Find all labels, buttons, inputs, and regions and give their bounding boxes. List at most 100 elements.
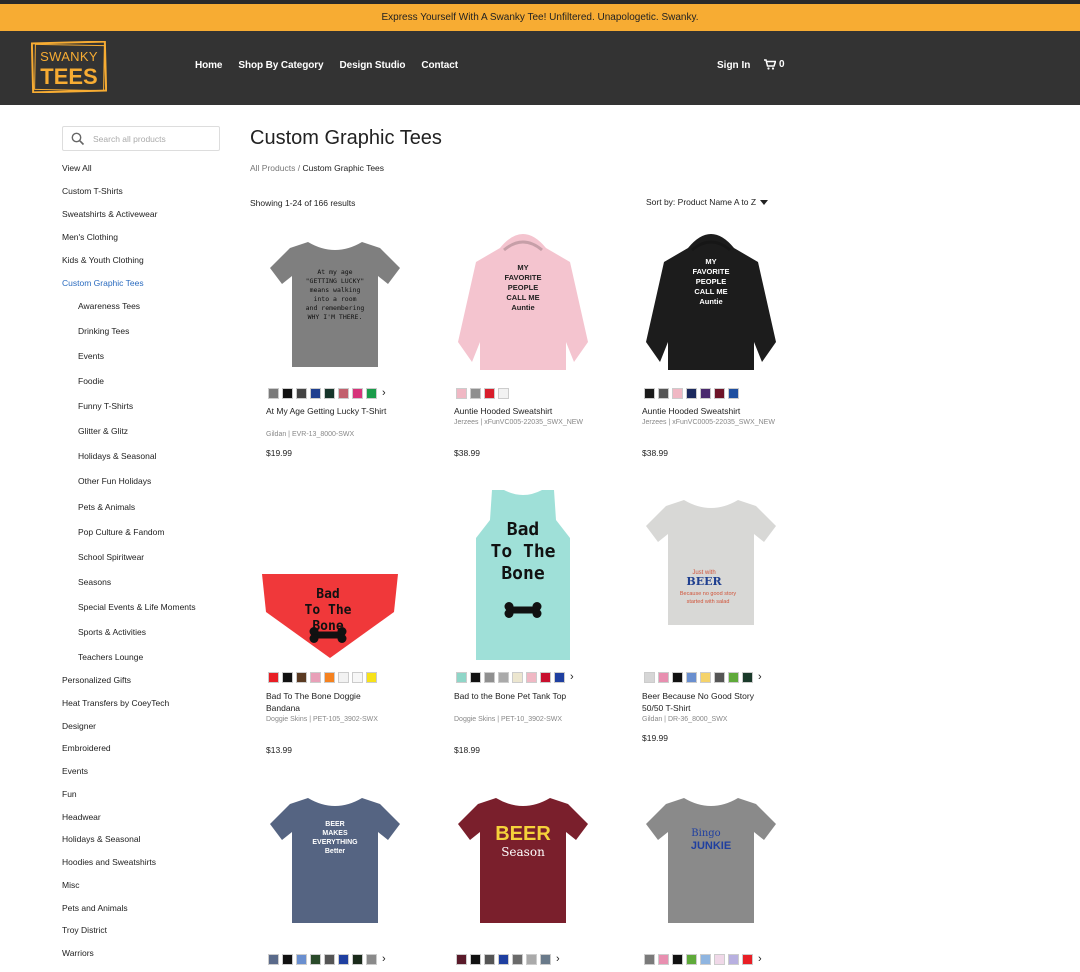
sidebar-item-fun[interactable]: Fun: [62, 789, 77, 799]
sidebar-item-custom-t-shirts[interactable]: Custom T-Shirts: [62, 186, 123, 196]
color-swatch[interactable]: [644, 672, 655, 683]
color-swatch[interactable]: [526, 954, 537, 965]
product-image[interactable]: At my age "GETTING LUCKY" means walking int…: [250, 222, 420, 372]
color-swatch[interactable]: [498, 672, 509, 683]
product-image[interactable]: Just with BEER Because no good story starte…: [626, 480, 796, 660]
color-swatch[interactable]: [310, 672, 321, 683]
color-swatch[interactable]: [728, 388, 739, 399]
sort-dropdown[interactable]: Sort by: Product Name A to Z: [646, 197, 769, 207]
color-swatch[interactable]: [324, 388, 335, 399]
product-name[interactable]: Bad To The Bone Doggie Bandana: [266, 690, 396, 714]
sidebar-item-sweatshirts-activewear[interactable]: Sweatshirts & Activewear: [62, 209, 157, 219]
sidebar-item-holidays-seasonal[interactable]: Holidays & Seasonal: [62, 834, 140, 844]
color-swatch[interactable]: [352, 954, 363, 965]
color-swatch[interactable]: [484, 388, 495, 399]
sidebar-subitem-other-fun-holidays[interactable]: Other Fun Holidays: [78, 476, 151, 486]
nav-home[interactable]: Home: [195, 60, 222, 71]
color-swatch[interactable]: [672, 672, 683, 683]
sidebar-item-events[interactable]: Events: [62, 766, 88, 776]
color-swatch[interactable]: [686, 954, 697, 965]
product-name[interactable]: Auntie Hooded Sweatshirt: [642, 405, 772, 417]
sidebar-item-headwear[interactable]: Headwear: [62, 812, 101, 822]
product-image[interactable]: Bingo JUNKIE: [626, 778, 796, 928]
color-swatch[interactable]: [714, 388, 725, 399]
swanky-tees-logo[interactable]: SWANKY TEES: [31, 41, 107, 93]
sidebar-item-troy-district[interactable]: Troy District: [62, 925, 107, 935]
color-swatch[interactable]: [456, 672, 467, 683]
sidebar-item-view-all[interactable]: View All: [62, 163, 92, 173]
color-swatch[interactable]: [484, 954, 495, 965]
color-swatch[interactable]: [728, 672, 739, 683]
sidebar-item-heat-transfers-by-coeytech[interactable]: Heat Transfers by CoeyTech: [62, 698, 169, 708]
color-swatch[interactable]: [268, 388, 279, 399]
sidebar-item-custom-graphic-tees[interactable]: Custom Graphic Tees: [62, 278, 144, 288]
color-swatch[interactable]: [352, 388, 363, 399]
color-swatch[interactable]: [282, 672, 293, 683]
product-name[interactable]: Auntie Hooded Sweatshirt: [454, 405, 584, 417]
chevron-right-icon[interactable]: ›: [570, 672, 574, 683]
product-name[interactable]: Bad to the Bone Pet Tank Top: [454, 690, 584, 702]
sidebar-subitem-special-events-life-moments[interactable]: Special Events & Life Moments: [78, 602, 196, 612]
color-swatch[interactable]: [700, 388, 711, 399]
sidebar-item-men-s-clothing[interactable]: Men's Clothing: [62, 232, 118, 242]
sidebar-item-hoodies-and-sweatshirts[interactable]: Hoodies and Sweatshirts: [62, 857, 156, 867]
chevron-right-icon[interactable]: ›: [382, 954, 386, 965]
sidebar-subitem-glitter-glitz[interactable]: Glitter & Glitz: [78, 426, 128, 436]
sidebar-subitem-events[interactable]: Events: [78, 351, 104, 361]
color-swatch[interactable]: [366, 954, 377, 965]
product-name[interactable]: Beer Because No Good Story 50/50 T-Shirt: [642, 690, 772, 714]
color-swatch[interactable]: [728, 954, 739, 965]
product-name[interactable]: At My Age Getting Lucky T-Shirt: [266, 405, 396, 417]
sidebar-item-designer[interactable]: Designer: [62, 721, 96, 731]
color-swatch[interactable]: [484, 672, 495, 683]
chevron-right-icon[interactable]: ›: [758, 672, 762, 683]
sidebar-item-kids-youth-clothing[interactable]: Kids & Youth Clothing: [62, 255, 144, 265]
color-swatch[interactable]: [338, 672, 349, 683]
sidebar-item-misc[interactable]: Misc: [62, 880, 79, 890]
color-swatch[interactable]: [714, 672, 725, 683]
color-swatch[interactable]: [498, 388, 509, 399]
product-image[interactable]: MY FAVORITE PEOPLE CALL ME Auntie: [438, 222, 608, 372]
color-swatch[interactable]: [268, 672, 279, 683]
color-swatch[interactable]: [352, 672, 363, 683]
color-swatch[interactable]: [644, 388, 655, 399]
chevron-right-icon[interactable]: ›: [382, 388, 386, 399]
breadcrumb-all-products[interactable]: All Products: [250, 163, 295, 173]
color-swatch[interactable]: [366, 672, 377, 683]
chevron-right-icon[interactable]: ›: [556, 954, 560, 965]
color-swatch[interactable]: [296, 388, 307, 399]
color-swatch[interactable]: [282, 388, 293, 399]
product-image[interactable]: Bad To The Bone: [250, 480, 420, 660]
cart-button[interactable]: 0: [764, 59, 785, 70]
color-swatch[interactable]: [296, 954, 307, 965]
color-swatch[interactable]: [324, 954, 335, 965]
color-swatch[interactable]: [512, 954, 523, 965]
color-swatch[interactable]: [310, 954, 321, 965]
product-image[interactable]: Bad To The Bone: [438, 480, 608, 660]
color-swatch[interactable]: [540, 954, 551, 965]
sidebar-subitem-awareness-tees[interactable]: Awareness Tees: [78, 301, 140, 311]
sidebar-item-pets-and-animals[interactable]: Pets and Animals: [62, 903, 128, 913]
color-swatch[interactable]: [658, 954, 669, 965]
color-swatch[interactable]: [498, 954, 509, 965]
color-swatch[interactable]: [512, 672, 523, 683]
sidebar-subitem-seasons[interactable]: Seasons: [78, 577, 111, 587]
color-swatch[interactable]: [644, 954, 655, 965]
color-swatch[interactable]: [742, 954, 753, 965]
color-swatch[interactable]: [658, 388, 669, 399]
chevron-right-icon[interactable]: ›: [758, 954, 762, 965]
color-swatch[interactable]: [470, 954, 481, 965]
sidebar-subitem-foodie[interactable]: Foodie: [78, 376, 104, 386]
sidebar-subitem-drinking-tees[interactable]: Drinking Tees: [78, 326, 129, 336]
color-swatch[interactable]: [672, 388, 683, 399]
sign-in-link[interactable]: Sign In: [717, 60, 750, 71]
color-swatch[interactable]: [338, 954, 349, 965]
color-swatch[interactable]: [700, 672, 711, 683]
search-input[interactable]: [93, 131, 215, 147]
color-swatch[interactable]: [324, 672, 335, 683]
sidebar-subitem-school-spiritwear[interactable]: School Spiritwear: [78, 552, 144, 562]
color-swatch[interactable]: [714, 954, 725, 965]
product-image[interactable]: BEER MAKES EVERYTHING Better: [250, 778, 420, 928]
sidebar-item-warriors[interactable]: Warriors: [62, 948, 94, 958]
color-swatch[interactable]: [554, 672, 565, 683]
